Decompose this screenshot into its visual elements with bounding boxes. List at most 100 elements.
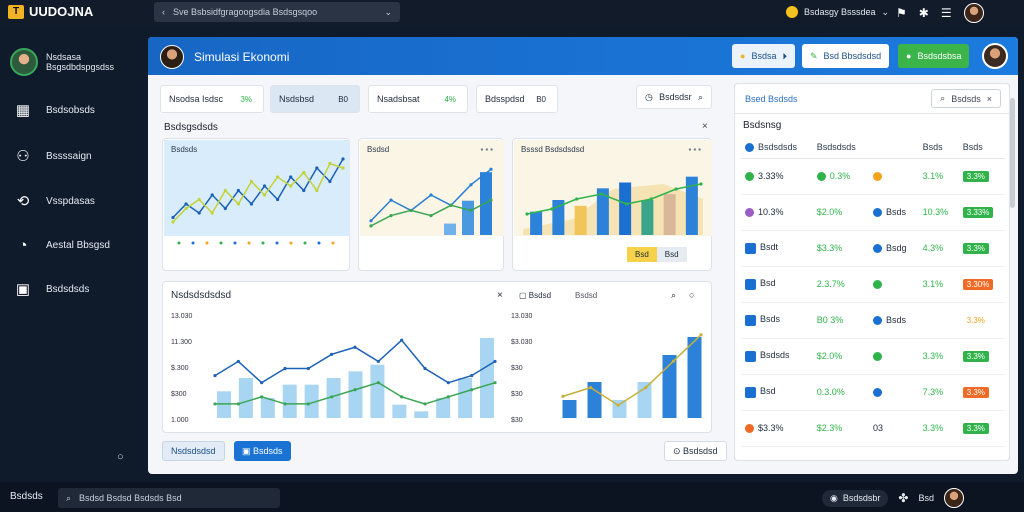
column-header[interactable] <box>868 136 919 159</box>
data-point <box>429 193 433 197</box>
user-menu[interactable]: Bsdasgy Bsssdea ⌄ <box>786 3 889 21</box>
data-point <box>210 211 214 215</box>
header-button-3[interactable]: ● Bsdsdsbsa <box>898 44 970 68</box>
address-bar[interactable]: ‹ Sve Bsbsidfgragoogsdia Bsdsgsqoo ⌄ <box>154 2 400 22</box>
dot-icon <box>872 388 882 398</box>
bar-line-chart: 13.030 11.300 $.300 $300 1.000 <box>171 313 497 424</box>
close-icon[interactable]: × <box>987 94 992 104</box>
chevron-down-icon[interactable]: ⌄ <box>384 7 392 18</box>
action-button-1[interactable]: Nsdsdsdsd <box>162 441 225 461</box>
legend-dot <box>289 241 293 245</box>
tab-chart-b[interactable]: Bsdsd <box>575 291 597 300</box>
search-input[interactable]: ⌕ Bsdsds × <box>931 89 1001 108</box>
profile-name: Nsdsasa <box>46 52 82 62</box>
grid-icon: ▦ <box>15 102 31 119</box>
table-row[interactable]: Bsd 0.3.0% 7.3% 3.3% <box>741 374 1005 411</box>
toggle-group[interactable]: Bsd Bsd <box>627 247 687 262</box>
sidebar-item-briefcase[interactable]: ▣ Bsdsdsds <box>12 279 89 299</box>
toggle-option[interactable]: Bsd <box>656 247 687 262</box>
notification-icon[interactable]: ⚑ <box>896 6 907 20</box>
scrollbar[interactable] <box>1010 98 1015 208</box>
table-title: Bsdsnsg <box>743 120 782 131</box>
data-point <box>341 166 345 170</box>
tab-chip: B0 <box>338 94 348 104</box>
bar <box>562 400 577 418</box>
data-point <box>674 187 678 191</box>
status-dot-icon <box>786 6 798 18</box>
dot-icon <box>872 316 882 326</box>
table-cell: Bsdt <box>741 230 813 267</box>
sidebar-item-gauge[interactable]: ◔ Aestal Bbsgsd <box>12 235 109 255</box>
table-row[interactable]: Bsdsds $2.0% 3.3% 3.3% <box>741 338 1005 375</box>
action-button-3[interactable]: ⊙ Bsdsdsd <box>664 441 727 461</box>
data-point <box>671 359 675 363</box>
tab-3[interactable]: Nsadsbsat 4% <box>368 85 468 113</box>
action-button-2[interactable]: ▣ Bsdsds <box>234 441 291 461</box>
table-cell: 3.3% <box>958 374 1005 411</box>
back-icon[interactable]: ‹ <box>162 7 165 17</box>
avatar[interactable] <box>943 488 964 508</box>
tab-label: Nsdsbsd <box>279 94 315 104</box>
square-icon <box>745 386 756 398</box>
sidebar-item-team[interactable]: ⚇ Bssssaign <box>12 146 91 166</box>
table-row[interactable]: Bsdt $3.3% Bsdg 4.3% 3.3% <box>741 230 1005 267</box>
table-row[interactable]: Bsd 2.3.7% 3.1% 3.30% <box>741 266 1005 303</box>
search-icon: ⌕ <box>940 93 946 103</box>
app-logo[interactable]: T UUDOJNA <box>8 4 93 19</box>
table-cell: Bsds <box>741 302 813 339</box>
column-header[interactable]: Bsds <box>918 136 959 159</box>
toggle-option[interactable]: Bsd <box>627 247 657 262</box>
table-cell <box>868 266 919 303</box>
column-header[interactable]: Bsdsdsds <box>741 136 813 159</box>
column-header[interactable]: Bsdsdsds <box>812 136 869 159</box>
sidebar-collapse-icon[interactable]: ○ <box>117 451 124 463</box>
sidebar-item-network[interactable]: ⟲ Vsspdasas <box>12 191 95 211</box>
cell-text: 0.3.0% <box>816 387 845 397</box>
taskbar-search[interactable]: ⌕ Bsdsd Bsdsd Bsdsds Bsd <box>58 488 280 508</box>
table-cell: 3.30% <box>958 266 1005 303</box>
data-point <box>446 395 450 399</box>
data-point <box>699 333 703 337</box>
mini-chart-2: Bsdsd ▪▪▪ <box>358 138 504 271</box>
data-point <box>223 188 227 193</box>
button-label: Bsdsa <box>751 51 777 61</box>
table-row[interactable]: Bsds B0 3% Bsds 3.3% <box>741 302 1005 339</box>
status-label: Bsdsds <box>10 491 43 502</box>
settings-icon[interactable]: ✱ <box>919 6 929 20</box>
legend-dot <box>275 241 279 245</box>
chart-tools[interactable]: ▪▪▪ <box>480 145 495 154</box>
search-icon[interactable]: ⌕ <box>671 290 676 301</box>
data-point <box>649 197 653 201</box>
table-row[interactable]: 3.33% 0.3% 3.1% 3.3% <box>741 158 1005 195</box>
table-row[interactable]: $3.3% $2.3% 03 3.3% 3.3% <box>741 410 1005 447</box>
settings-icon[interactable]: ○ <box>689 290 694 300</box>
sidebar-item-dashboard[interactable]: ▦ Bsdsobsds <box>12 100 95 120</box>
legend-dot <box>317 241 321 245</box>
sidebar-profile[interactable]: Nsdsasa Bsgsdbdspgsdss <box>10 48 114 76</box>
table-row[interactable]: 10.3% $2.0% Bsds 10.3% 3.33% <box>741 194 1005 231</box>
filter-button[interactable]: ◷ Bsdsdsr ⌕ <box>636 85 712 109</box>
panel-tab[interactable]: Bsed Bsdsds <box>745 94 798 104</box>
share-icon[interactable]: ✤ <box>898 491 908 505</box>
bar <box>619 182 632 235</box>
tab-4[interactable]: Bdsspdsd B0 <box>476 85 558 113</box>
user-avatar[interactable] <box>963 3 984 23</box>
tab-2[interactable]: Nsdsbsd B0 <box>270 85 360 113</box>
menu-icon[interactable]: ☰ <box>941 6 952 20</box>
tab-1[interactable]: Nsodsa Isdsc 3% <box>160 85 264 113</box>
close-icon[interactable]: × <box>497 290 503 301</box>
header-button-2[interactable]: ✎ Bsd Bbsdsdsd <box>802 44 890 68</box>
filter-icon: ◷ <box>645 91 653 102</box>
data-point <box>262 193 267 197</box>
close-icon[interactable]: × <box>702 121 708 132</box>
tab-chip: 4% <box>444 94 456 104</box>
avatar[interactable] <box>982 43 1008 69</box>
status-pill[interactable]: ◉ Bsdsdsbr <box>822 489 889 507</box>
chart-tools[interactable]: ▪▪▪ <box>688 145 703 154</box>
column-header[interactable]: Bsds <box>958 136 1005 159</box>
tab-chart-a[interactable]: ▢ Bsdsd <box>519 291 551 300</box>
header-button-1[interactable]: ● Bsdsa ⏵ <box>732 44 795 68</box>
table-cell: 3.33% <box>958 194 1005 231</box>
cell-text: Bsdg <box>885 242 907 253</box>
tab-label: Nsadsbsat <box>377 94 420 104</box>
